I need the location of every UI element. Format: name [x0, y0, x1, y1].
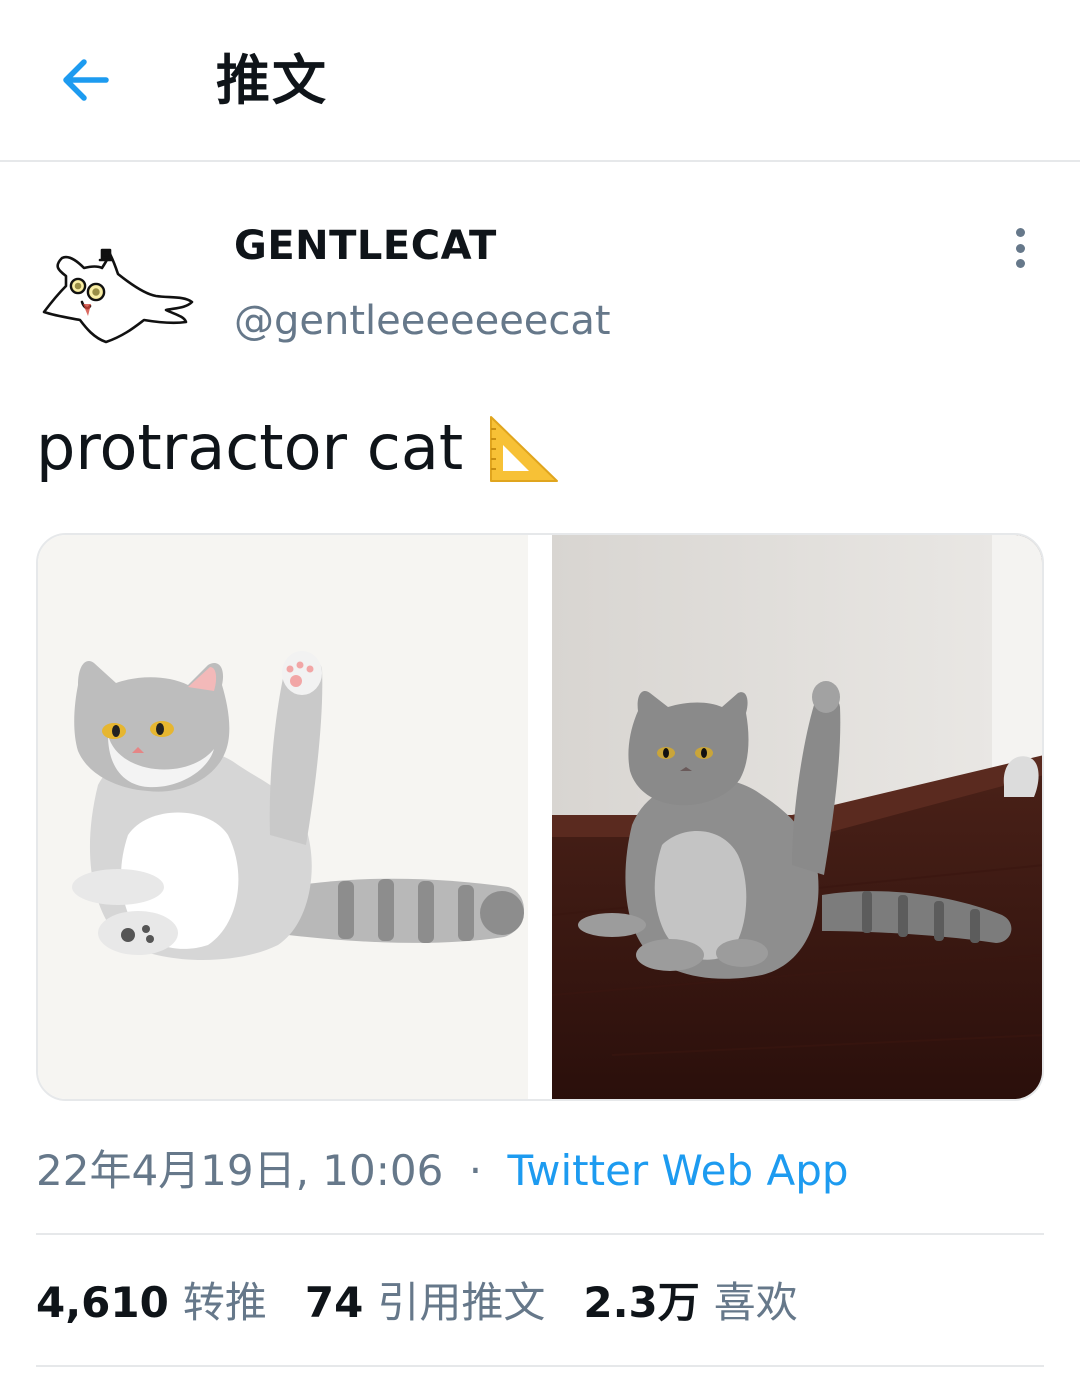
page-title: 推文: [216, 49, 328, 112]
more-vertical-icon: [1015, 228, 1025, 237]
divider: [36, 1233, 1044, 1235]
divider: [36, 1365, 1044, 1367]
display-name[interactable]: GENTLECAT: [234, 222, 497, 270]
more-options-button[interactable]: [996, 222, 1044, 274]
like-label: 喜欢: [713, 1278, 798, 1327]
tweet-timestamp[interactable]: 22年4月19日, 10:06: [36, 1146, 443, 1195]
retweet-count: 4,610: [36, 1278, 169, 1327]
tweet-stats: 4,610 转推 74 引用推文 2.3万 喜欢: [36, 1274, 836, 1332]
quote-count: 74: [304, 1278, 364, 1327]
tweet-text: protractor cat: [36, 408, 563, 488]
arrow-left-icon: [63, 59, 109, 101]
user-handle[interactable]: @gentleeeeeeecat: [234, 296, 611, 346]
back-button[interactable]: [44, 40, 124, 120]
like-count: 2.3万: [583, 1278, 700, 1327]
more-vertical-icon-dot: [1015, 259, 1025, 268]
tweet-source-link[interactable]: Twitter Web App: [507, 1146, 848, 1195]
top-app-bar: 推文: [0, 0, 1080, 162]
avatar[interactable]: [36, 236, 200, 354]
retweet-label: 转推: [182, 1278, 267, 1327]
tweet-text-body: protractor cat: [36, 411, 464, 484]
retweets-stat[interactable]: 4,610 转推: [36, 1274, 267, 1332]
more-vertical-icon-dot: [1015, 243, 1025, 253]
meta-separator: ·: [468, 1146, 483, 1195]
photo-illustrated-cat[interactable]: [38, 535, 528, 1099]
photo-real-cat[interactable]: [552, 535, 1042, 1099]
tweet-media: [36, 533, 1044, 1101]
tweet-meta: 22年4月19日, 10:06 · Twitter Web App: [36, 1144, 849, 1198]
quote-label: 引用推文: [377, 1278, 546, 1327]
likes-stat[interactable]: 2.3万 喜欢: [583, 1274, 797, 1332]
triangular-ruler-emoji: [490, 416, 559, 482]
quote-tweets-stat[interactable]: 74 引用推文: [305, 1274, 545, 1332]
